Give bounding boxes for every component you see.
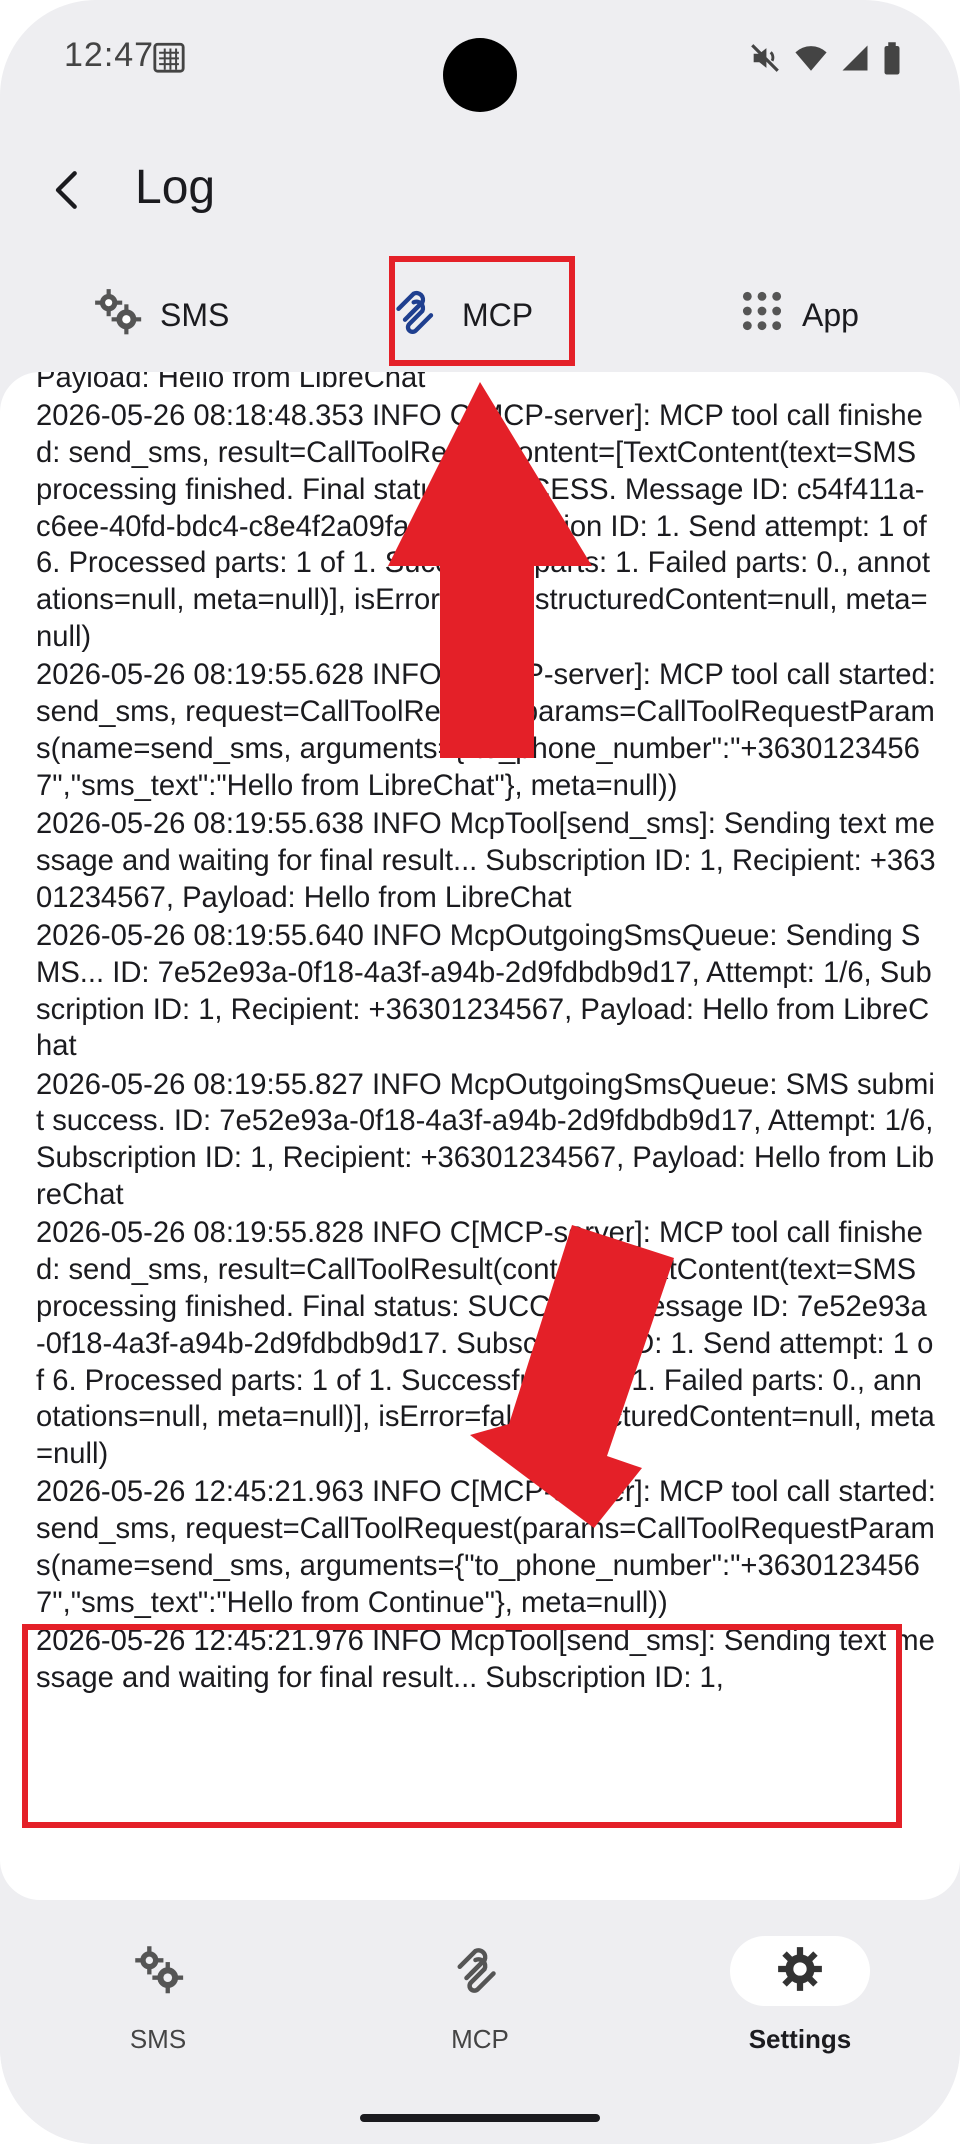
nav-sms[interactable]: SMS [68,1936,248,2055]
nav-settings[interactable]: Settings [710,1936,890,2055]
phone-screen: 12:47 Log SMS MCP App Payload: Hello fro… [0,0,960,2144]
nav-settings-indicator [730,1936,870,2006]
up-arrow-annotation [388,382,592,758]
gears-icon [132,1943,184,2000]
mcp-icon [453,1942,507,2001]
annotation-arrows [388,382,674,1528]
nav-mcp[interactable]: MCP [390,1936,570,2055]
down-arrow-annotation [470,1225,674,1528]
nav-settings-label: Settings [748,2024,852,2054]
home-indicator[interactable] [360,2114,600,2122]
nav-sms-label: SMS [129,2024,187,2054]
bottom-navigation: SMS MCP Settings [0,1910,960,2144]
nav-mcp-label: MCP [451,2024,509,2054]
gear-icon [775,1944,825,1999]
